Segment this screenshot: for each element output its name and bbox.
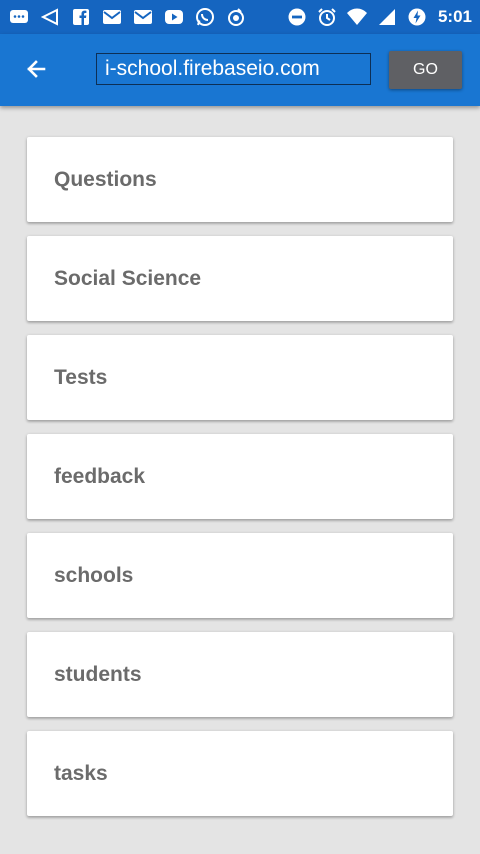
go-button[interactable]: GO: [389, 51, 462, 89]
battery-saver-icon: [406, 7, 428, 27]
do-not-disturb-icon: [286, 7, 308, 27]
youtube-icon: [163, 7, 185, 27]
list-item-label: tasks: [54, 761, 108, 785]
wifi-icon: [346, 7, 368, 27]
list-item-social-science[interactable]: Social Science: [27, 236, 453, 321]
node-list: Questions Social Science Tests feedback …: [27, 137, 453, 830]
chat-bubble-icon: [8, 7, 30, 27]
system-icons: 5:01: [286, 7, 472, 27]
list-item-label: feedback: [54, 464, 146, 488]
list-item-label: Social Science: [54, 266, 202, 290]
arrow-left-icon: [24, 57, 48, 86]
list-item-label: Tests: [54, 365, 108, 389]
list-item-label: schools: [54, 563, 134, 587]
notification-icons: [8, 7, 247, 27]
list-item-tasks[interactable]: tasks: [27, 731, 453, 816]
whatsapp-icon: [194, 7, 216, 27]
back-button[interactable]: [18, 53, 54, 89]
mail-icon: [101, 7, 123, 27]
database-url-input[interactable]: [96, 53, 371, 85]
list-item-schools[interactable]: schools: [27, 533, 453, 618]
list-item-feedback[interactable]: feedback: [27, 434, 453, 519]
list-item-tests[interactable]: Tests: [27, 335, 453, 420]
app-icon: [225, 7, 247, 27]
toolbar: GO: [0, 34, 480, 106]
list-item-label: Questions: [54, 167, 157, 191]
send-icon: [39, 7, 61, 27]
alarm-icon: [316, 7, 338, 27]
list-item-label: students: [54, 662, 142, 686]
mail-icon: [132, 7, 154, 27]
signal-icon: [376, 7, 398, 27]
list-item-students[interactable]: students: [27, 632, 453, 717]
facebook-icon: [70, 7, 92, 27]
status-bar: 5:01: [0, 0, 480, 34]
list-item-questions[interactable]: Questions: [27, 137, 453, 222]
status-time: 5:01: [437, 7, 472, 26]
